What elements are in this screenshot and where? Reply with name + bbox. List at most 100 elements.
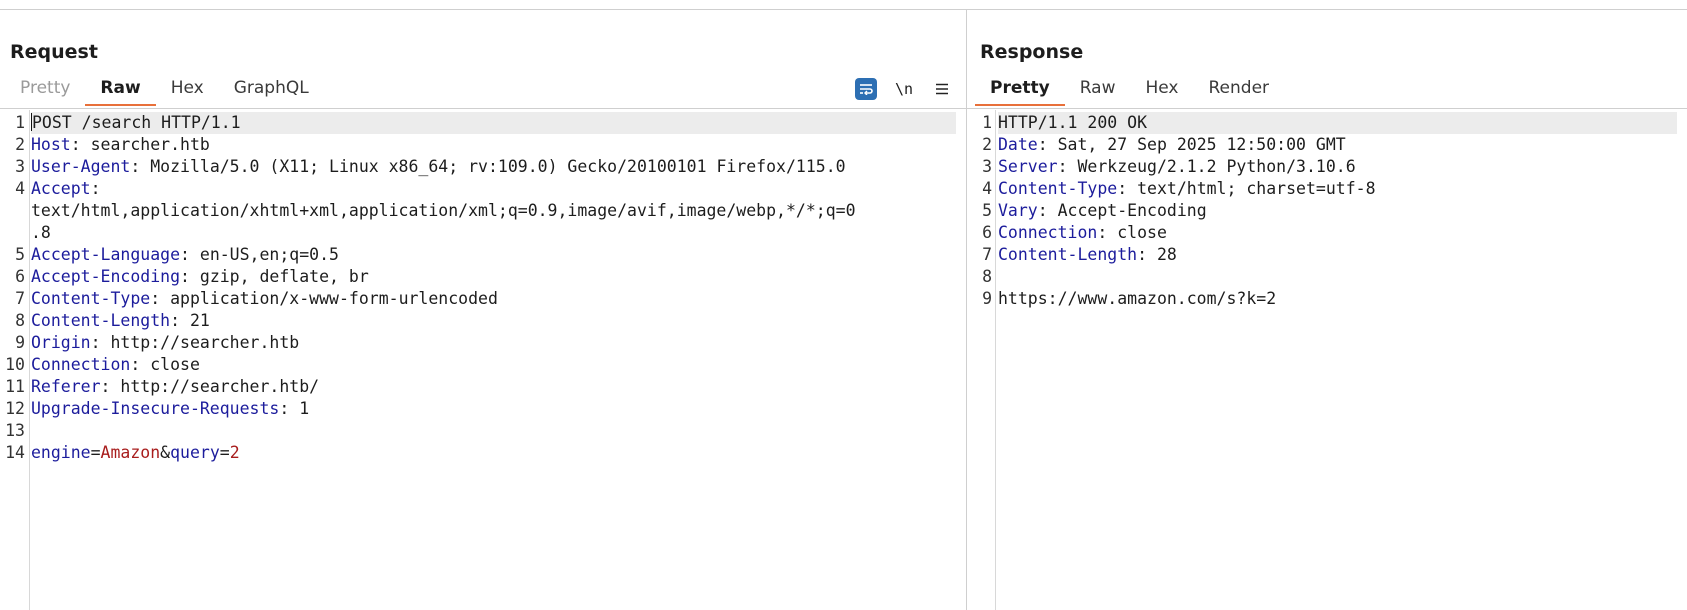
line-number: 9 xyxy=(15,333,25,352)
header-value: : 28 xyxy=(1137,245,1177,264)
code-line: 10 Connection: close xyxy=(0,354,966,376)
line-content: User-Agent: Mozilla/5.0 (X11; Linux x86_… xyxy=(31,156,956,178)
header-name: Content-Type xyxy=(31,289,151,308)
line-content: Content-Length: 28 xyxy=(998,244,1677,266)
header-name: User-Agent xyxy=(31,157,131,176)
code-line: 8 xyxy=(967,266,1687,288)
response-tab-render[interactable]: Render xyxy=(1194,72,1285,105)
code-line: 5 Vary: Accept-Encoding xyxy=(967,200,1687,222)
line-number: 14 xyxy=(5,443,25,462)
header-name: Origin xyxy=(31,333,91,352)
line-number: 11 xyxy=(5,377,25,396)
line-number: 7 xyxy=(15,289,25,308)
line-content: https://www.amazon.com/s?k=2 xyxy=(998,288,1677,310)
line-content: Content-Type: application/x-www-form-url… xyxy=(31,288,956,310)
header-value: : Mozilla/5.0 (X11; Linux x86_64; rv:109… xyxy=(130,157,846,176)
line-content: Accept-Encoding: gzip, deflate, br xyxy=(31,266,956,288)
text-wrap-icon[interactable] xyxy=(850,75,882,103)
code-line: 9 Origin: http://searcher.htb xyxy=(0,332,966,354)
line-number: 6 xyxy=(15,267,25,286)
code-line: 7 Content-Type: application/x-www-form-ur… xyxy=(0,288,966,310)
header-name: Date xyxy=(998,135,1038,154)
line-number: 5 xyxy=(982,201,992,220)
request-tab-pretty[interactable]: Pretty xyxy=(5,72,85,105)
request-tab-hex[interactable]: Hex xyxy=(156,72,219,105)
header-name: Content-Length xyxy=(31,311,171,330)
line-number: 13 xyxy=(5,421,25,440)
code-line: 2 Date: Sat, 27 Sep 2025 12:50:00 GMT xyxy=(967,134,1687,156)
param-name: query xyxy=(170,443,220,462)
line-number: 1 xyxy=(15,113,25,132)
line-content: text/html,application/xhtml+xml,applicat… xyxy=(31,200,956,222)
response-title: Response xyxy=(980,41,1084,63)
header-value: : http://searcher.htb xyxy=(90,333,300,352)
response-tab-pretty[interactable]: Pretty xyxy=(975,72,1065,106)
line-content: Accept: xyxy=(31,178,956,200)
response-tab-hex[interactable]: Hex xyxy=(1130,72,1193,105)
header-name: Accept-Encoding xyxy=(31,267,181,286)
line-number: 3 xyxy=(982,157,992,176)
response-tabs-divider xyxy=(967,108,1687,109)
header-name: Connection xyxy=(998,223,1098,242)
response-editor[interactable]: 1 HTTP/1.1 200 OK 2 Date: Sat, 27 Sep 2025 … xyxy=(967,110,1687,610)
line-content xyxy=(31,420,956,442)
header-value: : text/html; charset=utf-8 xyxy=(1117,179,1376,198)
line-content: Content-Type: text/html; charset=utf-8 xyxy=(998,178,1677,200)
request-panel: Request Pretty Raw Hex GraphQL \n 1 POST… xyxy=(0,10,966,610)
code-line: 1 POST /search HTTP/1.1 xyxy=(0,112,966,134)
response-tabs: Pretty Raw Hex Render xyxy=(975,72,1284,106)
line-number: 2 xyxy=(982,135,992,154)
header-value: : close xyxy=(1097,223,1167,242)
line-number: 2 xyxy=(15,135,25,154)
line-number: 10 xyxy=(5,355,25,374)
code-line: 1 HTTP/1.1 200 OK xyxy=(967,112,1687,134)
param-name: engine xyxy=(31,443,91,462)
header-value: : 1 xyxy=(279,399,310,418)
code-line: 6 Accept-Encoding: gzip, deflate, br xyxy=(0,266,966,288)
line-text: .8 xyxy=(31,223,51,242)
header-name: Vary xyxy=(998,201,1038,220)
line-number: 12 xyxy=(5,399,25,418)
code-line: 11 Referer: http://searcher.htb/ xyxy=(0,376,966,398)
header-value: : Werkzeug/2.1.2 Python/3.10.6 xyxy=(1057,157,1356,176)
header-value: : http://searcher.htb/ xyxy=(100,377,320,396)
response-panel: Response Pretty Raw Hex Render 1 HTTP/1.1 20… xyxy=(967,10,1687,610)
line-number: 6 xyxy=(982,223,992,242)
header-name: Content-Type xyxy=(998,179,1118,198)
request-tab-graphql[interactable]: GraphQL xyxy=(219,72,324,105)
line-content: Vary: Accept-Encoding xyxy=(998,200,1677,222)
line-content: Server: Werkzeug/2.1.2 Python/3.10.6 xyxy=(998,156,1677,178)
line-number: 8 xyxy=(15,311,25,330)
code-line: 5 Accept-Language: en-US,en;q=0.5 xyxy=(0,244,966,266)
newline-toggle-icon[interactable]: \n xyxy=(888,75,920,103)
line-text: POST /search HTTP/1.1 xyxy=(32,113,241,132)
header-value: : xyxy=(90,179,101,198)
request-editor[interactable]: 1 POST /search HTTP/1.1 2 Host: searcher.ht… xyxy=(0,110,966,610)
line-content: .8 xyxy=(31,222,956,244)
line-text: text/html,application/xhtml+xml,applicat… xyxy=(31,201,856,220)
line-content: Referer: http://searcher.htb/ xyxy=(31,376,956,398)
hamburger-menu-icon[interactable] xyxy=(926,75,958,103)
line-number: 8 xyxy=(982,267,992,286)
code-line: 4 Accept: xyxy=(0,178,966,200)
line-content: Content-Length: 21 xyxy=(31,310,956,332)
code-line: 14 engine=Amazon&query=2 xyxy=(0,442,966,464)
line-content: Accept-Language: en-US,en;q=0.5 xyxy=(31,244,956,266)
request-tab-raw[interactable]: Raw xyxy=(85,72,156,106)
line-content xyxy=(998,266,1677,288)
header-name: Upgrade-Insecure-Requests xyxy=(31,399,280,418)
line-content: HTTP/1.1 200 OK xyxy=(998,112,1677,134)
line-content: POST /search HTTP/1.1 xyxy=(31,112,956,134)
line-number xyxy=(0,200,31,222)
line-content: engine=Amazon&query=2 xyxy=(31,443,240,462)
code-line: 3 User-Agent: Mozilla/5.0 (X11; Linux x86… xyxy=(0,156,966,178)
line-number: 1 xyxy=(982,113,992,132)
line-content: Origin: http://searcher.htb xyxy=(31,332,956,354)
code-line: 8 Content-Length: 21 xyxy=(0,310,966,332)
line-number xyxy=(0,222,31,244)
header-value: : Sat, 27 Sep 2025 12:50:00 GMT xyxy=(1037,135,1346,154)
code-line: 3 Server: Werkzeug/2.1.2 Python/3.10.6 xyxy=(967,156,1687,178)
code-line: .8 xyxy=(0,222,966,244)
response-tab-raw[interactable]: Raw xyxy=(1065,72,1131,105)
request-title: Request xyxy=(10,41,98,63)
